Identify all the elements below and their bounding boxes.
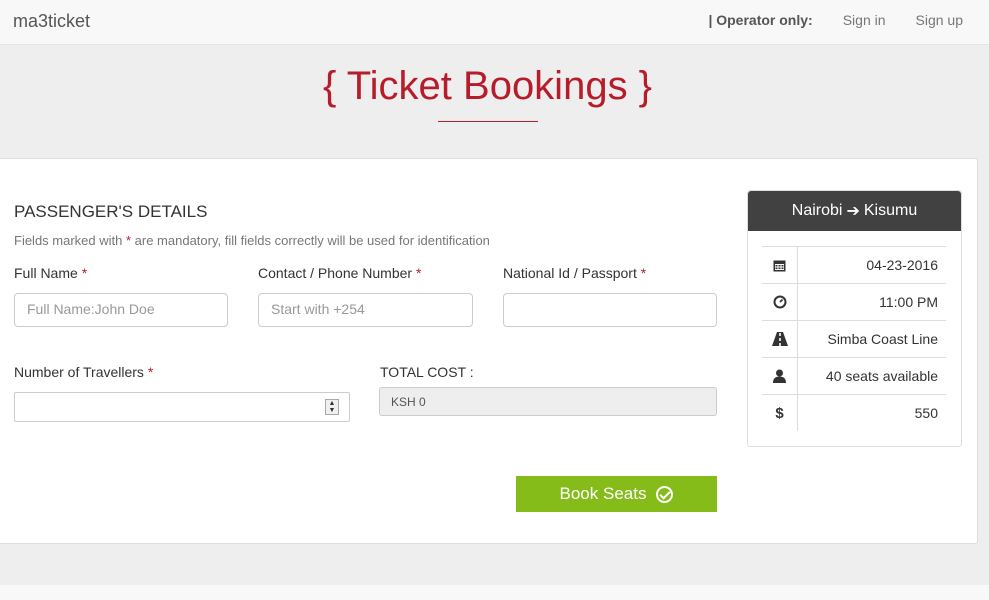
section-title: PASSENGER'S DETAILS [14, 202, 208, 221]
phone-label-text: Contact / Phone Number [258, 265, 413, 281]
travellers-label-text: Number of Travellers [14, 364, 144, 380]
sign-up-link[interactable]: Sign up [916, 12, 963, 28]
trip-seats: 40 seats available [825, 368, 938, 384]
sign-in-link[interactable]: Sign in [843, 12, 886, 28]
required-mark: * [415, 265, 422, 281]
travellers-label: Number of Travellers * [14, 364, 153, 380]
road-icon [762, 321, 798, 357]
navbar: ma3ticket | Operator only: Sign in Sign … [0, 0, 989, 45]
mandatory-hint: Fields marked with * are mandatory, fill… [14, 233, 490, 248]
nav-right: | Operator only: Sign in Sign up [708, 12, 963, 28]
required-mark: * [147, 364, 154, 380]
hint-text-after: are mandatory, fill fields correctly wil… [131, 233, 490, 248]
clock-icon [762, 284, 798, 320]
trip-row-date: 04-23-2016 [762, 246, 946, 283]
trip-row-time: 11:00 PM [762, 283, 946, 320]
travellers-input[interactable]: ▲ ▼ [14, 392, 350, 422]
check-circle-icon [656, 485, 674, 503]
book-seats-button[interactable]: Book Seats [516, 476, 717, 512]
book-seats-label: Book Seats [559, 484, 647, 503]
full-name-label-text: Full Name [14, 265, 78, 281]
stepper-up-icon[interactable]: ▲ [326, 400, 338, 407]
trip-route-header: Nairobi ➔ Kisumu [748, 191, 961, 231]
number-stepper[interactable]: ▲ ▼ [325, 399, 339, 415]
phone-label: Contact / Phone Number * [258, 265, 421, 281]
title-divider [438, 121, 538, 122]
trip-operator: Simba Coast Line [827, 331, 938, 347]
required-mark: * [640, 265, 647, 281]
full-name-input[interactable]: Full Name:John Doe [14, 293, 228, 327]
national-id-label-text: National Id / Passport [503, 265, 637, 281]
user-icon [762, 358, 798, 394]
national-id-input[interactable] [503, 293, 717, 327]
trip-row-seats: 40 seats available [762, 357, 946, 394]
hint-text-before: Fields marked with [14, 233, 126, 248]
full-name-label: Full Name * [14, 265, 87, 281]
trip-summary-panel: Nairobi ➔ Kisumu 04-23-2016 11:00 PM Sim… [747, 190, 962, 447]
trip-date: 04-23-2016 [866, 257, 938, 273]
national-id-label: National Id / Passport * [503, 265, 646, 281]
trip-row-price: $ 550 [762, 394, 946, 431]
full-name-placeholder: Full Name:John Doe [27, 301, 155, 317]
trip-price: 550 [914, 405, 938, 421]
phone-placeholder: Start with +254 [271, 301, 365, 317]
calendar-icon [762, 247, 798, 283]
footer-strip [0, 585, 989, 600]
route-from: Nairobi [791, 202, 843, 219]
page-title: { Ticket Bookings } [322, 64, 653, 108]
route-to: Kisumu [863, 202, 918, 219]
booking-card: PASSENGER'S DETAILS Fields marked with *… [0, 158, 978, 544]
required-mark: * [81, 265, 88, 281]
stepper-down-icon[interactable]: ▼ [326, 407, 338, 414]
trip-details-table: 04-23-2016 11:00 PM Simba Coast Line 40 … [762, 246, 946, 431]
total-cost-field: KSH 0 [379, 387, 717, 416]
total-cost-label: TOTAL COST : [380, 364, 474, 380]
trip-time: 11:00 PM [879, 294, 938, 310]
brand-logo[interactable]: ma3ticket [13, 11, 90, 32]
arrow-right-icon: ➔ [846, 203, 860, 220]
trip-row-operator: Simba Coast Line [762, 320, 946, 357]
phone-input[interactable]: Start with +254 [258, 293, 473, 327]
operator-label: | Operator only: [708, 12, 813, 28]
dollar-icon: $ [762, 395, 798, 431]
